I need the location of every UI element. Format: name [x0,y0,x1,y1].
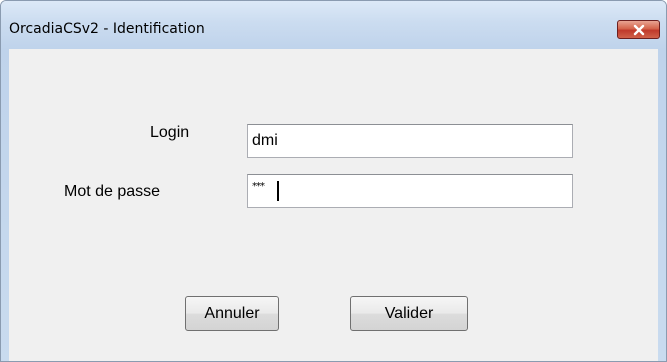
window-frame-left [1,49,9,361]
text-caret [277,181,279,201]
password-value: *** [252,181,265,192]
close-icon [632,24,646,36]
identification-dialog: OrcadiaCSv2 - Identification Login dmi M… [0,0,667,362]
dialog-body: Login dmi Mot de passe *** Annuler Valid… [9,49,658,361]
login-field[interactable]: dmi [247,124,573,158]
login-value: dmi [252,132,278,149]
password-label: Mot de passe [64,183,161,200]
title-bar[interactable]: OrcadiaCSv2 - Identification [1,1,666,49]
window-title: OrcadiaCSv2 - Identification [9,21,205,37]
login-label: Login [150,124,190,141]
window-frame-right [658,49,666,361]
password-field[interactable]: *** [247,174,573,208]
close-button[interactable] [617,20,660,39]
submit-button[interactable]: Valider [350,296,468,331]
cancel-button[interactable]: Annuler [185,296,279,331]
